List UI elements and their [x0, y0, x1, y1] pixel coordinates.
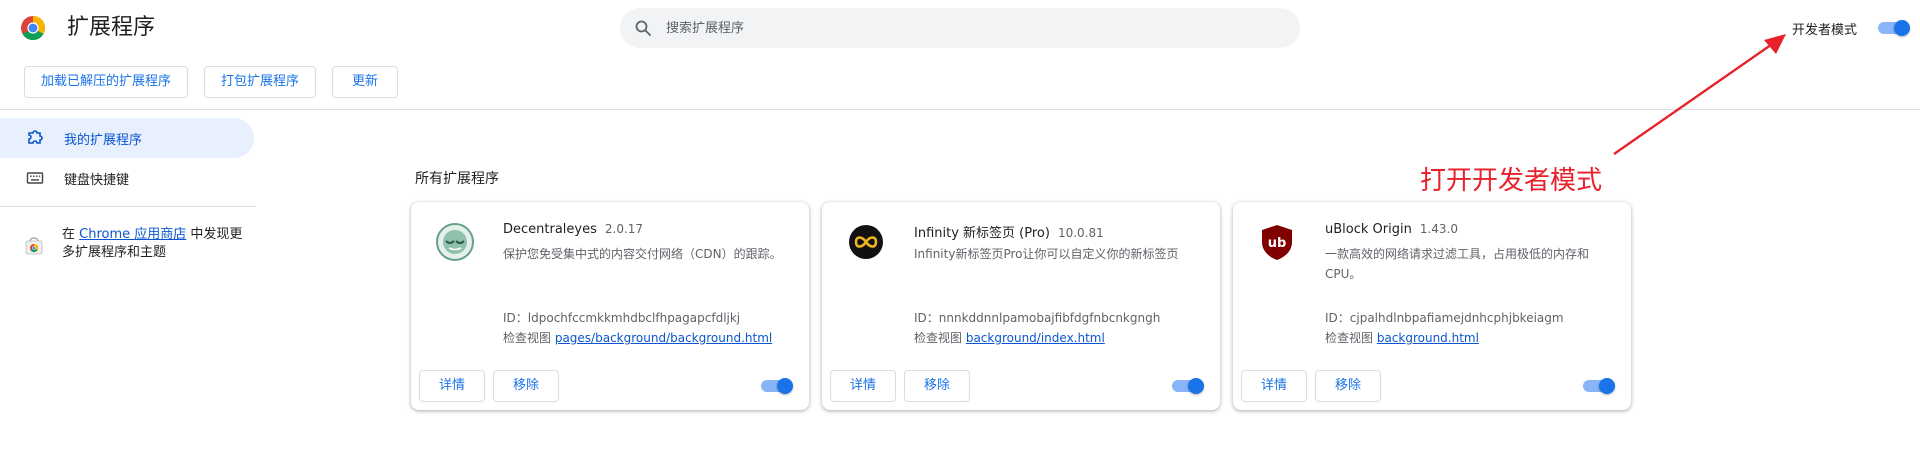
pack-extension-button[interactable]: 打包扩展程序	[204, 66, 316, 98]
load-unpacked-button[interactable]: 加载已解压的扩展程序	[24, 66, 188, 98]
extension-id: ID：nnnkddnnlpamobajfibfdgfnbcnkgngh	[914, 308, 1160, 328]
extension-title: Infinity 新标签页 (Pro)	[914, 226, 1050, 241]
ublock-icon: ub	[1262, 225, 1292, 260]
extension-id: ID：ldpochfccmkkmhdbclfhpagapcfdljkj	[503, 308, 740, 328]
extension-id: ID：cjpalhdlnbpafiamejdnhcphjbkeiagm	[1325, 308, 1564, 328]
extension-card-decentraleyes: Decentraleyes 2.0.17 保护您免受集中式的内容交付网络（CDN）…	[411, 202, 809, 410]
extension-inspect-views: 检查视图 background/index.html	[914, 328, 1105, 348]
extension-version: 1.43.0	[1419, 222, 1458, 236]
webstore-link[interactable]: Chrome 应用商店	[79, 227, 186, 242]
extension-id-value: nnnkddnnlpamobajfibfdgfnbcnkgngh	[938, 311, 1161, 325]
extension-card-ublock: ub uBlock Origin 1.43.0 一款高效的网络请求过滤工具，占用极…	[1233, 202, 1631, 410]
extension-id-label: ID：	[914, 311, 939, 325]
details-button[interactable]: 详情	[419, 370, 485, 402]
inspect-label: 检查视图	[503, 331, 555, 345]
remove-button[interactable]: 移除	[493, 370, 559, 402]
sidebar-item-keyboard-shortcuts[interactable]: 键盘快捷键	[0, 158, 254, 198]
annotation-text: 打开开发者模式	[1420, 166, 1603, 196]
infinity-icon	[849, 225, 883, 259]
search-bar[interactable]	[620, 8, 1300, 48]
keyboard-icon	[26, 169, 44, 187]
details-button[interactable]: 详情	[1241, 370, 1307, 402]
puzzle-icon	[26, 129, 44, 147]
inspect-label: 检查视图	[914, 331, 966, 345]
extension-title: Decentraleyes	[503, 222, 597, 237]
extension-name: Infinity 新标签页 (Pro) 10.0.81	[914, 222, 1104, 241]
inspect-label: 检查视图	[1325, 331, 1377, 345]
inspect-view-link[interactable]: pages/background/background.html	[555, 331, 772, 345]
extension-enable-toggle[interactable]	[1172, 378, 1204, 394]
extension-id-value: cjpalhdlnbpafiamejdnhcphjbkeiagm	[1349, 311, 1564, 325]
remove-button[interactable]: 移除	[1315, 370, 1381, 402]
dev-mode-label: 开发者模式	[1792, 23, 1858, 38]
search-icon	[635, 20, 651, 36]
webstore-promo: 在 Chrome 应用商店 中发现更多扩展程序和主题	[0, 226, 256, 262]
extension-version: 2.0.17	[604, 222, 644, 236]
sidebar-item-my-extensions[interactable]: 我的扩展程序	[0, 118, 254, 158]
extension-version: 10.0.81	[1057, 226, 1104, 240]
extension-id-value: ldpochfccmkkmhdbclfhpagapcfdljkj	[527, 311, 741, 325]
inspect-view-link[interactable]: background.html	[1377, 331, 1479, 345]
extension-id-label: ID：	[1325, 311, 1350, 325]
extension-description: 保护您免受集中式的内容交付网络（CDN）的跟踪。	[503, 247, 782, 261]
extension-name: uBlock Origin 1.43.0	[1325, 222, 1458, 237]
search-input[interactable]	[666, 20, 1226, 36]
webstore-promo-text: 在 Chrome 应用商店 中发现更多扩展程序和主题	[62, 226, 247, 262]
dev-mode-toggle[interactable]	[1878, 20, 1910, 36]
extension-id-label: ID：	[503, 311, 528, 325]
webstore-prefix: 在	[62, 227, 80, 242]
annotation-arrow-icon	[1613, 34, 1786, 155]
extension-name: Decentraleyes 2.0.17	[503, 222, 643, 237]
extension-enable-toggle[interactable]	[1583, 378, 1615, 394]
page-title: 扩展程序	[67, 15, 156, 40]
extension-card-infinity: Infinity 新标签页 (Pro) 10.0.81 Infinity新标签页P…	[822, 202, 1220, 410]
inspect-view-link[interactable]: background/index.html	[966, 331, 1105, 345]
chrome-logo-icon	[21, 15, 46, 41]
sidebar-divider	[0, 206, 256, 207]
extension-title: uBlock Origin	[1325, 222, 1412, 237]
svg-text:ub: ub	[1268, 236, 1287, 251]
extension-inspect-views: 检查视图 background.html	[1325, 328, 1479, 348]
update-button[interactable]: 更新	[332, 66, 398, 98]
remove-button[interactable]: 移除	[904, 370, 970, 402]
details-button[interactable]: 详情	[830, 370, 896, 402]
section-title: 所有扩展程序	[415, 171, 499, 187]
sidebar-item-label: 我的扩展程序	[64, 132, 143, 148]
extension-inspect-views: 检查视图 pages/background/background.html	[503, 328, 772, 348]
extension-enable-toggle[interactable]	[761, 378, 793, 394]
decentraleyes-icon	[436, 223, 474, 261]
sidebar-item-label: 键盘快捷键	[64, 172, 130, 188]
extension-description: 一款高效的网络请求过滤工具，占用极低的内存和CPU。	[1325, 247, 1590, 281]
extension-description: Infinity新标签页Pro让你可以自定义你的新标签页	[914, 247, 1179, 261]
webstore-icon	[25, 237, 43, 255]
